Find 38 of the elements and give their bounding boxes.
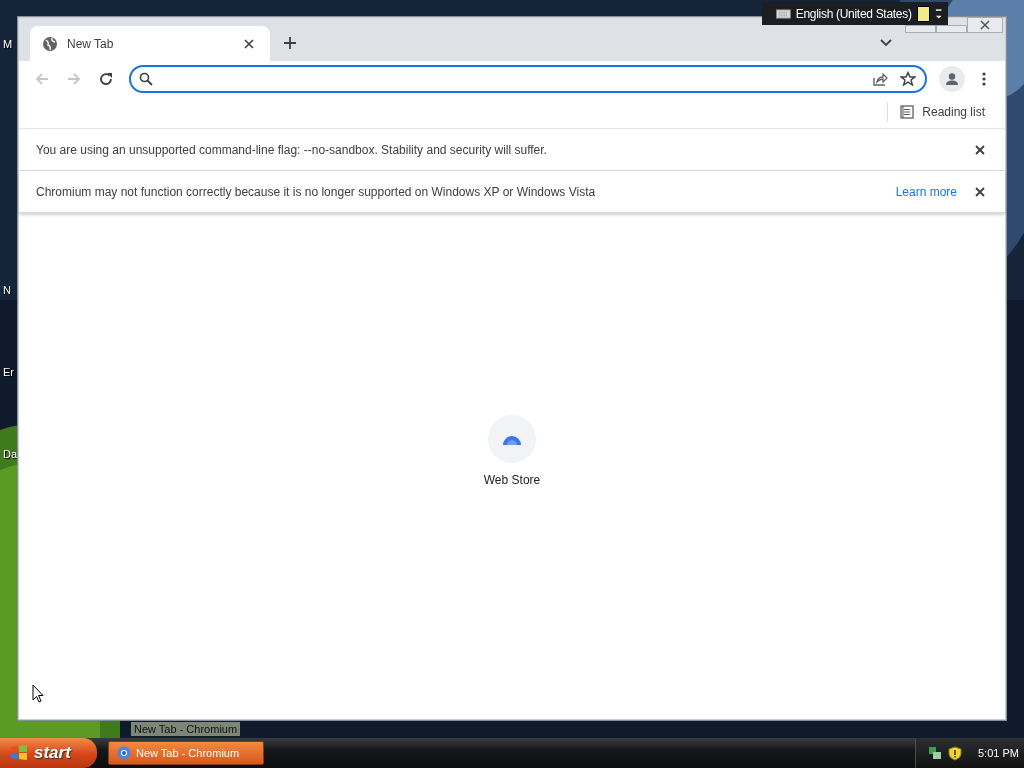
left-arrow-icon: [34, 70, 50, 87]
reading-list-button[interactable]: Reading list: [896, 101, 989, 123]
infobar-message: You are using an unsupported command-line flag: --no-sandbox. Stability and security will suffer.: [36, 142, 548, 157]
browser-tab[interactable]: New Tab: [30, 26, 270, 61]
keyboard-icon: [776, 8, 791, 19]
tooltip: New Tab - Chromium: [131, 722, 241, 736]
desktop-icon-label: M: [3, 38, 13, 50]
right-arrow-icon: [66, 70, 82, 87]
plus-icon: [283, 36, 297, 50]
taskbar-button[interactable]: New Tab - Chromium: [108, 741, 264, 765]
tab-title: New Tab: [67, 36, 115, 51]
shortcut-tile[interactable]: [488, 415, 536, 463]
windows-flag-icon: [10, 744, 28, 762]
shortcut-label: Web Store: [483, 473, 541, 487]
desktop-icon-label: N: [3, 284, 11, 296]
language-label: English (United States): [795, 6, 912, 21]
browser-icon: [117, 746, 131, 760]
desktop-icon-label: Er: [3, 366, 14, 378]
globe-icon: [42, 35, 58, 52]
list-icon: [900, 105, 915, 119]
clock: 5:01 PM: [978, 747, 1019, 759]
close-icon: [980, 20, 990, 30]
learn-more-link[interactable]: Learn more: [895, 184, 957, 199]
person-icon: [945, 71, 959, 86]
start-button[interactable]: start: [0, 738, 97, 768]
dots-icon: [982, 71, 986, 86]
reload-icon: [98, 70, 114, 87]
options-icon[interactable]: [934, 6, 942, 21]
search-icon: [139, 71, 153, 86]
network-icon: [928, 746, 942, 760]
profile-button[interactable]: [939, 65, 965, 92]
infobar-message: Chromium may not function correctly because it is no longer supported on Windows XP or Windows Vista: [36, 184, 597, 199]
shield-icon: [948, 745, 962, 761]
help-icon[interactable]: [916, 5, 930, 22]
close-button[interactable]: [967, 17, 1003, 33]
address-bar[interactable]: [129, 64, 927, 93]
desktop-icon-label: Da: [3, 448, 18, 460]
cursor-icon: [32, 684, 44, 704]
